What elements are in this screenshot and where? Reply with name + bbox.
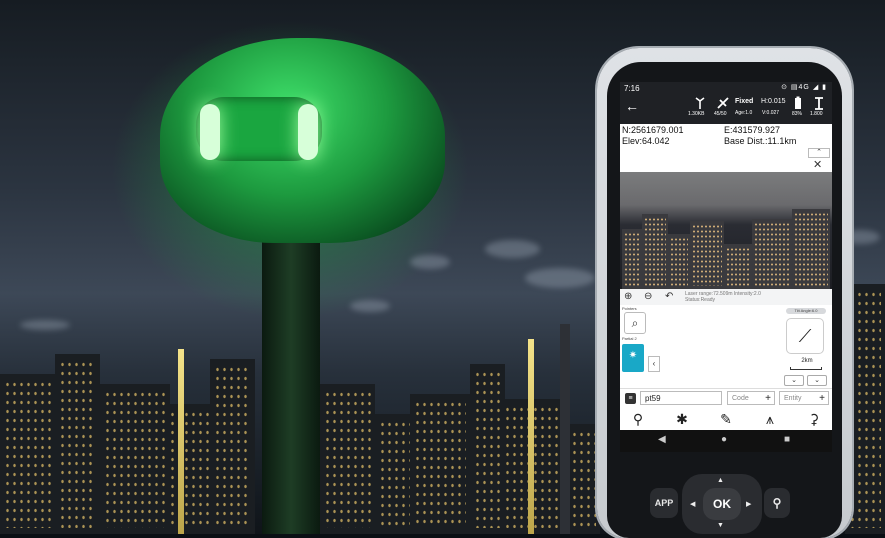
code-input[interactable]: Code + bbox=[727, 391, 775, 405]
led-light bbox=[298, 104, 318, 160]
radio-link-icon bbox=[695, 97, 705, 109]
dpad-up-icon[interactable]: ▲ bbox=[717, 477, 724, 484]
data-rate: 1.30KB bbox=[688, 111, 705, 117]
tilt-survey-icon[interactable]: ✎ bbox=[714, 410, 738, 428]
camera-building bbox=[752, 219, 792, 289]
app-screen: 7:16 ⊙ ▤4G ◢ ▮ ← 1.30KB 45/50 Fixed H:0.… bbox=[620, 82, 832, 452]
code-placeholder: Code bbox=[732, 395, 749, 402]
laser-status-text: Status:Ready bbox=[685, 297, 716, 303]
cogo-icon[interactable]: ⩚ bbox=[758, 410, 782, 428]
stakeout-icon[interactable]: ⚳ bbox=[802, 410, 826, 428]
add-entity-icon[interactable]: + bbox=[819, 392, 825, 406]
system-icons: ⊙ ▤4G ◢ ▮ bbox=[781, 84, 827, 91]
tilt-angle-badge: Tilt Angle:6.0 bbox=[786, 308, 826, 314]
map-scale: 2km bbox=[801, 358, 813, 364]
close-icon[interactable]: ✕ bbox=[813, 158, 822, 171]
elevation: Elev:64.042 bbox=[622, 136, 670, 146]
laser-mode-button[interactable]: ✷ bbox=[622, 344, 644, 372]
cloud bbox=[20, 320, 70, 330]
camera-toolbar: ⊕ ⊖ ↶ Laser range:72.509m Intensity:2.0 … bbox=[620, 289, 832, 305]
location-hardware-button[interactable]: ⚲ bbox=[764, 488, 790, 518]
tower-spire bbox=[528, 339, 534, 534]
north-coordinate: N:2561679.001 bbox=[622, 125, 684, 135]
status-bar: 7:16 ⊙ ▤4G ◢ ▮ ← 1.30KB 45/50 Fixed H:0.… bbox=[620, 82, 832, 124]
ok-hardware-button[interactable]: OK bbox=[703, 488, 741, 520]
cloud bbox=[485, 240, 540, 258]
camera-view[interactable] bbox=[620, 172, 832, 289]
battery-icon bbox=[795, 96, 801, 109]
scale-bar bbox=[790, 367, 822, 370]
camera-building bbox=[668, 234, 690, 289]
magnify-icon[interactable]: ⌕ bbox=[624, 312, 646, 334]
building bbox=[0, 374, 60, 534]
camera-building bbox=[642, 214, 668, 289]
cloud bbox=[525, 268, 595, 288]
solution-status: Fixed bbox=[735, 98, 754, 105]
building bbox=[320, 384, 375, 534]
building bbox=[100, 384, 170, 534]
nav-recents-icon[interactable]: ■ bbox=[784, 434, 790, 445]
tower-spire bbox=[178, 349, 184, 534]
add-code-icon[interactable]: + bbox=[765, 392, 771, 406]
led-light bbox=[200, 104, 220, 160]
chevron-down-icon[interactable]: ⌄ bbox=[784, 375, 804, 386]
survey-actions: ⚲ ✱ ✎ ⩚ ⚳ bbox=[620, 408, 832, 430]
satellite-count: 45/50 bbox=[714, 111, 727, 117]
settings-icon[interactable]: ✱ bbox=[670, 410, 694, 428]
app-hardware-button[interactable]: APP bbox=[650, 488, 678, 518]
tilt-pole-icon[interactable]: ⟋ bbox=[786, 318, 824, 354]
diff-age: Age:1.0 bbox=[735, 110, 753, 116]
antenna-height: 1.800 bbox=[810, 111, 823, 117]
antenna-height-icon bbox=[815, 97, 823, 110]
zoom-in-icon[interactable]: ⊕ bbox=[624, 291, 632, 302]
partial-label: Partial 2 bbox=[622, 336, 637, 341]
zoom-out-icon[interactable]: ⊖ bbox=[644, 291, 652, 302]
building bbox=[210, 359, 255, 534]
dpad-right-icon[interactable]: ▶ bbox=[746, 500, 751, 508]
dpad-left-icon[interactable]: ◀ bbox=[690, 500, 695, 508]
cloud bbox=[350, 300, 390, 312]
laser-info: Laser range:72.509m Intensity:2.0 Status… bbox=[685, 291, 761, 303]
building bbox=[375, 414, 415, 534]
coordinates-panel: N:2561679.001 E:431579.927 Elev:64.042 B… bbox=[620, 124, 832, 148]
point-survey-icon[interactable]: ⚲ bbox=[626, 410, 650, 428]
camera-building bbox=[690, 221, 724, 289]
clock: 7:16 bbox=[624, 84, 640, 93]
camera-building bbox=[724, 244, 752, 289]
east-coordinate: E:431579.927 bbox=[724, 125, 781, 135]
h-precision: H:0.015 bbox=[761, 98, 786, 105]
collapse-up-button[interactable]: ⌃ bbox=[808, 148, 830, 158]
cloud bbox=[410, 255, 450, 269]
camera-building bbox=[622, 229, 642, 289]
base-distance: Base Dist.:11.1km bbox=[724, 136, 797, 146]
panel-collapse-button[interactable]: ‹ bbox=[648, 356, 660, 372]
satellite-icon bbox=[717, 97, 729, 109]
antenna-pole bbox=[262, 235, 320, 534]
entity-placeholder: Entity bbox=[784, 395, 802, 402]
building bbox=[165, 404, 215, 534]
nav-home-icon[interactable]: ● bbox=[721, 434, 727, 445]
undo-icon[interactable]: ↶ bbox=[665, 291, 673, 302]
building bbox=[410, 394, 470, 534]
nav-back-icon[interactable]: ◀ bbox=[658, 434, 666, 445]
tower-spire bbox=[560, 324, 570, 534]
entity-input[interactable]: Entity + bbox=[779, 391, 829, 405]
back-arrow-icon[interactable]: ← bbox=[625, 99, 639, 113]
building bbox=[55, 354, 100, 534]
android-nav-bar: ◀ ● ■ bbox=[620, 430, 832, 452]
v-precision: V:0.027 bbox=[762, 110, 780, 116]
chevron-down-icon[interactable]: ⌄ bbox=[807, 375, 827, 386]
dpad-down-icon[interactable]: ▼ bbox=[717, 522, 724, 529]
battery-level: 83% bbox=[792, 111, 803, 117]
pointers-label: Pointers bbox=[622, 306, 637, 311]
point-name-input[interactable]: pt59 bbox=[640, 391, 722, 405]
document-icon[interactable]: ≡ bbox=[625, 393, 636, 404]
point-entry-row: ≡ pt59 Code + Entity + bbox=[620, 388, 832, 409]
camera-building bbox=[792, 209, 830, 289]
